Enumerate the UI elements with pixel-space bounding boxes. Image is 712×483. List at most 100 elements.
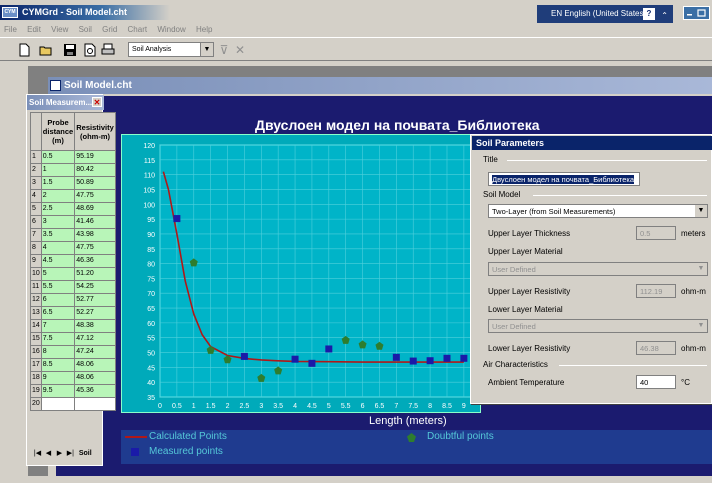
chevron-down-icon[interactable]: ▼ bbox=[695, 205, 707, 217]
distance-cell[interactable]: 7.5 bbox=[40, 332, 76, 346]
table-row[interactable]: 13 6.5 52.27 bbox=[30, 306, 116, 320]
distance-cell[interactable]: 4 bbox=[40, 241, 76, 255]
distance-cell[interactable]: 9.5 bbox=[40, 384, 76, 398]
upper-resistivity-value: 112.19 bbox=[640, 287, 663, 296]
menu-grid[interactable]: Grid bbox=[102, 25, 117, 34]
open-folder-icon[interactable] bbox=[38, 42, 54, 58]
table-row[interactable]: 9 4.5 46.36 bbox=[30, 254, 116, 268]
legend-doubtful-points: Doubtful points bbox=[427, 431, 494, 442]
menu-chart[interactable]: Chart bbox=[128, 25, 148, 34]
distance-cell[interactable]: 2.5 bbox=[40, 202, 76, 216]
resistivity-cell[interactable]: 47.75 bbox=[74, 241, 116, 255]
table-row[interactable]: 12 6 52.77 bbox=[30, 293, 116, 307]
print-icon[interactable] bbox=[100, 42, 116, 58]
chart-window-title-text: Soil Model.cht bbox=[64, 80, 132, 91]
distance-cell[interactable]: 8 bbox=[40, 345, 76, 359]
menu-view[interactable]: View bbox=[51, 25, 68, 34]
chevron-down-icon[interactable]: ▼ bbox=[200, 43, 213, 56]
x-tick-label: 3 bbox=[259, 403, 263, 410]
table-row[interactable]: 5 2.5 48.69 bbox=[30, 202, 116, 216]
tab-soil[interactable]: Soil bbox=[79, 447, 92, 461]
save-icon[interactable] bbox=[62, 42, 78, 58]
minimize-restore-icon bbox=[687, 9, 706, 17]
resistivity-cell[interactable]: 52.27 bbox=[74, 306, 116, 320]
distance-cell[interactable]: 6 bbox=[40, 293, 76, 307]
distance-cell[interactable]: 6.5 bbox=[40, 306, 76, 320]
table-row[interactable]: 6 3 41.46 bbox=[30, 215, 116, 229]
print-preview-icon[interactable] bbox=[82, 42, 98, 58]
resistivity-cell[interactable]: 50.89 bbox=[74, 176, 116, 190]
resistivity-cell[interactable]: 51.20 bbox=[74, 267, 116, 281]
table-row[interactable]: 14 7 48.38 bbox=[30, 319, 116, 333]
resistivity-cell[interactable]: 45.36 bbox=[74, 384, 116, 398]
row-number: 3 bbox=[30, 176, 42, 190]
column-header-resistivity[interactable]: Resistivity (ohm-m) bbox=[74, 112, 116, 151]
table-row[interactable]: 16 8 47.24 bbox=[30, 345, 116, 359]
table-row[interactable]: 20 bbox=[30, 397, 116, 411]
title-input[interactable]: Двуслоен модел на почвата_Библиотека bbox=[488, 172, 640, 186]
table-row[interactable]: 7 3.5 43.98 bbox=[30, 228, 116, 242]
resistivity-cell[interactable]: 48.69 bbox=[74, 202, 116, 216]
menu-file[interactable]: File bbox=[4, 25, 17, 34]
window-controls[interactable] bbox=[683, 6, 710, 20]
lower-material-value: User Defined bbox=[492, 322, 536, 331]
resistivity-cell[interactable]: 48.06 bbox=[74, 371, 116, 385]
resistivity-cell[interactable]: 41.46 bbox=[74, 215, 116, 229]
menu-edit[interactable]: Edit bbox=[27, 25, 41, 34]
resistivity-cell[interactable]: 46.36 bbox=[74, 254, 116, 268]
next-sheet-icon[interactable]: ▶ bbox=[55, 447, 64, 461]
menu-window[interactable]: Window bbox=[157, 25, 185, 34]
analysis-combo[interactable]: Soil Analysis ▼ bbox=[128, 42, 214, 57]
distance-cell[interactable]: 5.5 bbox=[40, 280, 76, 294]
distance-cell[interactable]: 8.5 bbox=[40, 358, 76, 372]
first-sheet-icon[interactable]: |◀ bbox=[33, 447, 42, 461]
help-icon[interactable]: ? bbox=[643, 8, 655, 20]
resistivity-cell[interactable]: 54.25 bbox=[74, 280, 116, 294]
resistivity-cell[interactable]: 47.12 bbox=[74, 332, 116, 346]
resistivity-cell[interactable]: 95.19 bbox=[74, 150, 116, 164]
measured-point bbox=[173, 215, 181, 223]
distance-cell[interactable]: 1 bbox=[40, 163, 76, 177]
table-row[interactable]: 17 8.5 48.06 bbox=[30, 358, 116, 372]
table-row[interactable]: 2 1 80.42 bbox=[30, 163, 116, 177]
column-header-distance[interactable]: Probe distance (m) bbox=[40, 112, 76, 151]
table-row[interactable]: 19 9.5 45.36 bbox=[30, 384, 116, 398]
resistivity-cell[interactable]: 47.24 bbox=[74, 345, 116, 359]
soil-model-select[interactable]: Two-Layer (from Soil Measurements) ▼ bbox=[488, 204, 708, 218]
previous-sheet-icon[interactable]: ◀ bbox=[44, 447, 53, 461]
distance-cell[interactable] bbox=[40, 397, 76, 411]
distance-cell[interactable]: 9 bbox=[40, 371, 76, 385]
resistivity-cell[interactable]: 48.38 bbox=[74, 319, 116, 333]
ambient-temperature-input[interactable]: 40 bbox=[636, 375, 676, 389]
resistivity-cell[interactable]: 47.75 bbox=[74, 189, 116, 203]
resistivity-cell[interactable]: 48.06 bbox=[74, 358, 116, 372]
table-row[interactable]: 18 9 48.06 bbox=[30, 371, 116, 385]
close-icon[interactable]: ✕ bbox=[92, 97, 102, 107]
distance-cell[interactable]: 1.5 bbox=[40, 176, 76, 190]
distance-cell[interactable]: 7 bbox=[40, 319, 76, 333]
distance-cell[interactable]: 4.5 bbox=[40, 254, 76, 268]
menu-help[interactable]: Help bbox=[196, 25, 212, 34]
table-row[interactable]: 11 5.5 54.25 bbox=[30, 280, 116, 294]
resistivity-cell[interactable]: 80.42 bbox=[74, 163, 116, 177]
y-tick-label: 110 bbox=[144, 173, 155, 180]
distance-cell[interactable]: 3.5 bbox=[40, 228, 76, 242]
resistivity-cell[interactable]: 52.77 bbox=[74, 293, 116, 307]
menu-soil[interactable]: Soil bbox=[79, 25, 92, 34]
distance-cell[interactable]: 3 bbox=[40, 215, 76, 229]
distance-cell[interactable]: 0.5 bbox=[40, 150, 76, 164]
table-row[interactable]: 4 2 47.75 bbox=[30, 189, 116, 203]
resistivity-cell[interactable] bbox=[74, 397, 116, 411]
last-sheet-icon[interactable]: ▶| bbox=[66, 447, 75, 461]
language-bar[interactable]: EN English (United States) ? ⌃ bbox=[537, 5, 673, 23]
new-document-icon[interactable] bbox=[16, 42, 32, 58]
table-row[interactable]: 3 1.5 50.89 bbox=[30, 176, 116, 190]
table-row[interactable]: 10 5 51.20 bbox=[30, 267, 116, 281]
table-row[interactable]: 8 4 47.75 bbox=[30, 241, 116, 255]
table-row[interactable]: 1 0.5 95.19 bbox=[30, 150, 116, 164]
distance-cell[interactable]: 2 bbox=[40, 189, 76, 203]
distance-cell[interactable]: 5 bbox=[40, 267, 76, 281]
table-row[interactable]: 15 7.5 47.12 bbox=[30, 332, 116, 346]
resistivity-cell[interactable]: 43.98 bbox=[74, 228, 116, 242]
chevron-up-icon[interactable]: ⌃ bbox=[661, 7, 668, 25]
